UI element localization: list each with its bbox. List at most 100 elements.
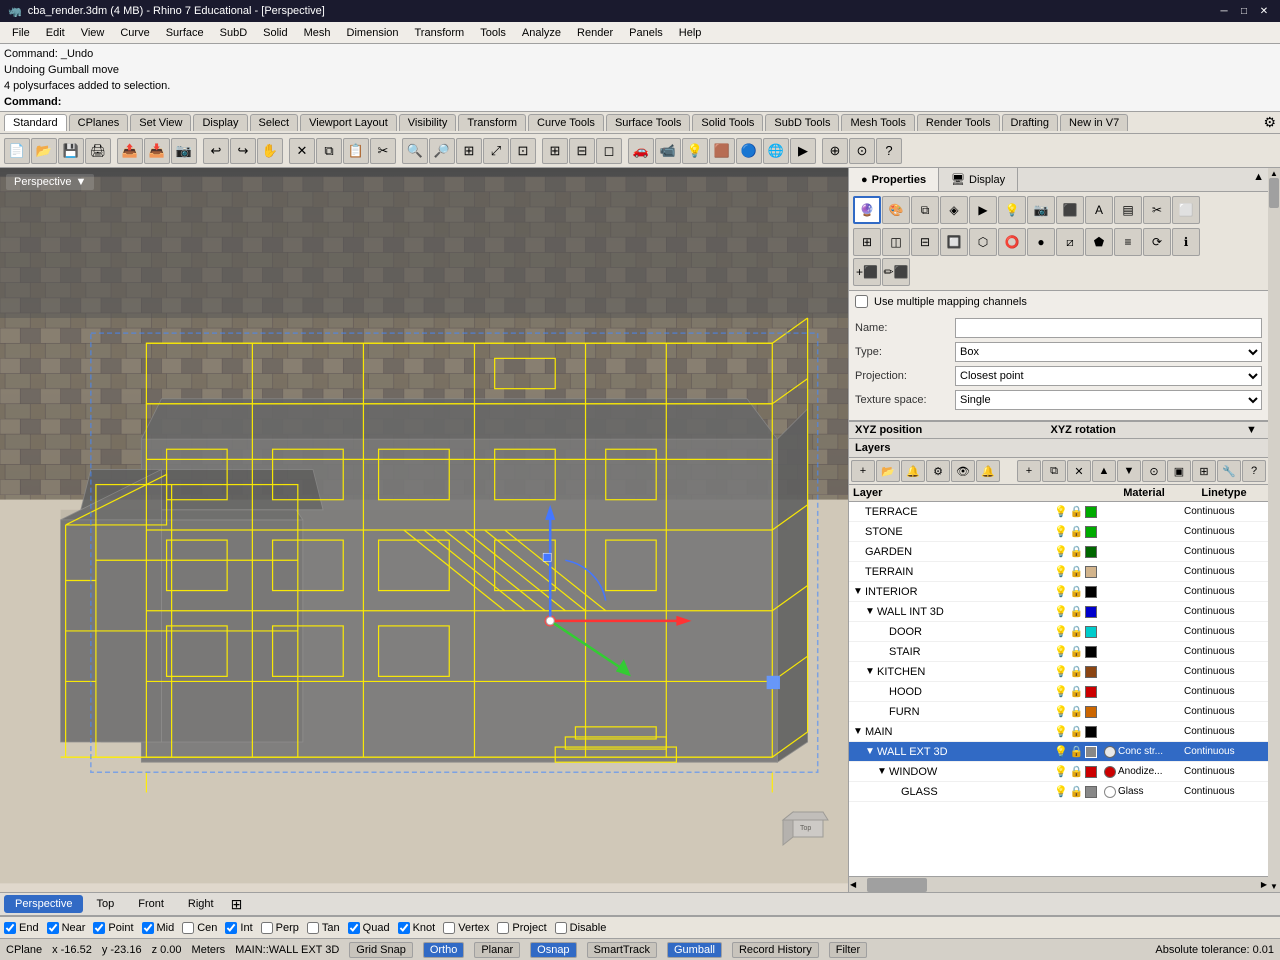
layer-row-hood[interactable]: HOOD 💡 🔒 Continuous — [849, 682, 1268, 702]
scrollbar-thumb[interactable] — [867, 878, 927, 892]
tab-surface-tools[interactable]: Surface Tools — [606, 114, 690, 131]
layer-new-icon[interactable]: + — [851, 460, 875, 482]
bulb-icon[interactable]: 💡 — [1054, 605, 1068, 618]
status-osnap[interactable]: Osnap — [530, 942, 576, 958]
vp-tab-perspective[interactable]: Perspective — [4, 895, 83, 913]
zoom-out-icon[interactable]: 🔎 — [429, 138, 455, 164]
tab-setview[interactable]: Set View — [130, 114, 191, 131]
menu-help[interactable]: Help — [671, 25, 710, 41]
prop-match-icon[interactable]: ≡ — [1114, 228, 1142, 256]
lock-icon[interactable]: 🔒 — [1070, 525, 1084, 538]
light-icon[interactable]: 💡 — [682, 138, 708, 164]
tab-cplanes[interactable]: CPlanes — [69, 114, 129, 131]
menu-surface[interactable]: Surface — [158, 25, 212, 41]
zoom-extents-icon[interactable]: ⤢ — [483, 138, 509, 164]
menu-view[interactable]: View — [73, 25, 113, 41]
osnap-near-checkbox[interactable] — [47, 922, 59, 934]
render-icon[interactable]: ▶ — [790, 138, 816, 164]
prop-texture-icon[interactable]: ⧉ — [911, 196, 939, 224]
status-planar[interactable]: Planar — [474, 942, 520, 958]
menu-curve[interactable]: Curve — [112, 25, 157, 41]
layer-row-wall-ext[interactable]: ▼ WALL EXT 3D 💡 🔒 Conc str... Continuous — [849, 742, 1268, 762]
color-swatch-furn[interactable] — [1085, 706, 1097, 718]
view-layout-icon[interactable]: ⊟ — [569, 138, 595, 164]
bulb-icon[interactable]: 💡 — [1054, 545, 1068, 558]
status-gridsnap[interactable]: Grid Snap — [349, 942, 413, 958]
layer-row-door[interactable]: DOOR 💡 🔒 Continuous — [849, 622, 1268, 642]
viewport-maximize-icon[interactable]: ⊞ — [231, 896, 243, 913]
camera-icon[interactable]: 📹 — [655, 138, 681, 164]
type-select[interactable]: Box Planar Cylindrical Spherical — [955, 342, 1262, 362]
prop-cylinder-icon[interactable]: ⭕ — [998, 228, 1026, 256]
xyz-collapse-icon[interactable]: ▼ — [1246, 424, 1262, 436]
menu-panels[interactable]: Panels — [621, 25, 671, 41]
expand-icon-wall-int[interactable]: ▼ — [865, 606, 877, 617]
prop-hatch-icon[interactable]: ▤ — [1114, 196, 1142, 224]
layer-row-interior[interactable]: ▼ INTERIOR 💡 🔒 Continuous — [849, 582, 1268, 602]
bulb-icon[interactable]: 💡 — [1054, 505, 1068, 518]
panel-scroll-down-icon[interactable]: ▼ — [1269, 881, 1279, 892]
bulb-icon[interactable]: 💡 — [1054, 725, 1068, 738]
prop-channel-icon[interactable]: ⊞ — [853, 228, 881, 256]
prop-unwrap-icon[interactable]: ⊟ — [911, 228, 939, 256]
prop-add-channel-icon[interactable]: +⬛ — [853, 258, 881, 286]
lock-icon[interactable]: 🔒 — [1070, 705, 1084, 718]
lock-icon[interactable]: 🔒 — [1070, 785, 1084, 798]
print-icon[interactable]: 🖨 — [85, 138, 111, 164]
lock-icon[interactable]: 🔒 — [1070, 565, 1084, 578]
layer-row-window[interactable]: ▼ WINDOW 💡 🔒 Anodize... Continuous — [849, 762, 1268, 782]
osnap-tan-checkbox[interactable] — [307, 922, 319, 934]
copy-icon[interactable]: ⧉ — [316, 138, 342, 164]
bulb-icon[interactable]: 💡 — [1054, 585, 1068, 598]
tab-properties[interactable]: ● Properties — [849, 168, 939, 191]
status-smarttrack[interactable]: SmartTrack — [587, 942, 657, 958]
export-icon[interactable]: 📤 — [117, 138, 143, 164]
menu-dimension[interactable]: Dimension — [339, 25, 407, 41]
layer-row-garden[interactable]: GARDEN 💡 🔒 Continuous — [849, 542, 1268, 562]
bulb-icon[interactable]: 💡 — [1054, 685, 1068, 698]
command-input[interactable] — [63, 96, 263, 108]
undo-icon[interactable]: ↩ — [203, 138, 229, 164]
tab-viewport-layout[interactable]: Viewport Layout — [300, 114, 397, 131]
layer-grp-icon[interactable]: ⊞ — [1192, 460, 1216, 482]
prop-object-icon[interactable]: 🔮 — [853, 196, 881, 224]
color-swatch-stair[interactable] — [1085, 646, 1097, 658]
prop-light-icon[interactable]: 💡 — [998, 196, 1026, 224]
tab-display[interactable]: Display — [193, 114, 247, 131]
texture-space-select[interactable]: Single Multiple — [955, 390, 1262, 410]
import-icon[interactable]: 📥 — [144, 138, 170, 164]
prop-groundplane-icon[interactable]: ⬜ — [1172, 196, 1200, 224]
vp-tab-right[interactable]: Right — [177, 895, 225, 913]
layer-help-icon[interactable]: ? — [1242, 460, 1266, 482]
snap-grid-icon[interactable]: ⊞ — [542, 138, 568, 164]
tab-select[interactable]: Select — [250, 114, 299, 131]
bulb-icon[interactable]: 💡 — [1054, 625, 1068, 638]
bulb-icon[interactable]: 💡 — [1054, 785, 1068, 798]
prop-decal-icon[interactable]: 🔲 — [940, 228, 968, 256]
osnap-int-checkbox[interactable] — [225, 922, 237, 934]
prop-clipping-icon[interactable]: ✂ — [1143, 196, 1171, 224]
minimize-button[interactable]: ─ — [1216, 3, 1232, 19]
bulb-icon[interactable]: 💡 — [1054, 765, 1068, 778]
menu-mesh[interactable]: Mesh — [296, 25, 339, 41]
osnap-project-checkbox[interactable] — [497, 922, 509, 934]
lock-icon[interactable]: 🔒 — [1070, 625, 1084, 638]
close-button[interactable]: ✕ — [1256, 3, 1272, 19]
layer-tool-icon[interactable]: 🔧 — [1217, 460, 1241, 482]
lock-icon[interactable]: 🔒 — [1070, 505, 1084, 518]
expand-icon-main[interactable]: ▼ — [853, 726, 865, 737]
layer-dup-icon[interactable]: ⧉ — [1042, 460, 1066, 482]
bulb-icon[interactable]: 💡 — [1054, 525, 1068, 538]
lock-icon[interactable]: 🔒 — [1070, 725, 1084, 738]
toolbar-settings-icon[interactable]: ⚙ — [1263, 114, 1276, 131]
prop-mesh-icon[interactable]: ◈ — [940, 196, 968, 224]
lock-icon[interactable]: 🔒 — [1070, 765, 1084, 778]
osnap-disable-checkbox[interactable] — [555, 922, 567, 934]
viewport-label[interactable]: Perspective ▼ — [6, 174, 94, 190]
tab-transform[interactable]: Transform — [458, 114, 526, 131]
color-swatch-terrain[interactable] — [1085, 566, 1097, 578]
layer-row-stair[interactable]: STAIR 💡 🔒 Continuous — [849, 642, 1268, 662]
zoom-in-icon[interactable]: 🔍 — [402, 138, 428, 164]
tab-drafting[interactable]: Drafting — [1002, 114, 1059, 131]
zoom-window-icon[interactable]: ⊞ — [456, 138, 482, 164]
